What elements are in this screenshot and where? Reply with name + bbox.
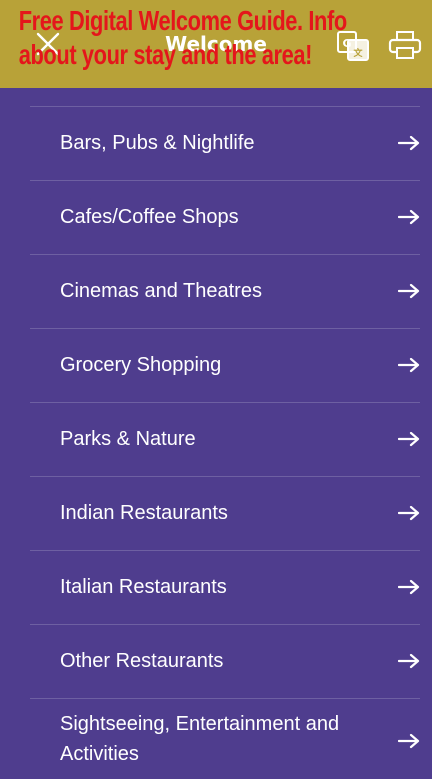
arrow-right-icon (398, 135, 420, 151)
list-item[interactable]: Italian Restaurants (30, 551, 420, 625)
list-item[interactable]: Indian Restaurants (30, 477, 420, 551)
translate-icon: G 文 (337, 31, 369, 61)
list-item[interactable]: Grocery Shopping (30, 329, 420, 403)
list-item-label: Italian Restaurants (60, 576, 227, 598)
app-header: Welcome G 文 Free Digital Welcome Guide. … (0, 0, 432, 88)
svg-text:G: G (342, 37, 351, 50)
list-item[interactable]: Sightseeing, Entertainment and Activitie… (30, 699, 420, 779)
svg-text:文: 文 (352, 47, 363, 59)
list-item[interactable]: Other Restaurants (30, 625, 420, 699)
list-item-label: Parks & Nature (60, 428, 196, 450)
arrow-right-icon (398, 505, 420, 521)
list-item-label: Cinemas and Theatres (60, 280, 262, 302)
arrow-right-icon (398, 357, 420, 373)
printer-icon (388, 31, 422, 59)
arrow-right-icon (398, 653, 420, 669)
print-button[interactable] (388, 30, 422, 60)
arrow-right-icon (398, 579, 420, 595)
list-item-label: Indian Restaurants (60, 502, 228, 524)
list-item[interactable]: Bars, Pubs & Nightlife (30, 107, 420, 181)
list-item-label: Cafes/Coffee Shops (60, 206, 239, 228)
list-item-label: Bars, Pubs & Nightlife (60, 132, 255, 154)
list-item-label: Sightseeing, Entertainment and Activitie… (60, 713, 340, 765)
list-item[interactable]: Cinemas and Theatres (30, 255, 420, 329)
arrow-right-icon (398, 431, 420, 447)
translate-button[interactable]: G 文 (336, 30, 370, 62)
list-item[interactable]: Cafes/Coffee Shops (30, 181, 420, 255)
list-item-label: Other Restaurants (60, 650, 224, 672)
arrow-right-icon (398, 733, 420, 749)
category-list: Bars, Pubs & Nightlife Cafes/Coffee Shop… (30, 106, 420, 779)
arrow-right-icon (398, 209, 420, 225)
arrow-right-icon (398, 283, 420, 299)
list-item[interactable]: Parks & Nature (30, 403, 420, 477)
list-item-label: Grocery Shopping (60, 354, 222, 376)
